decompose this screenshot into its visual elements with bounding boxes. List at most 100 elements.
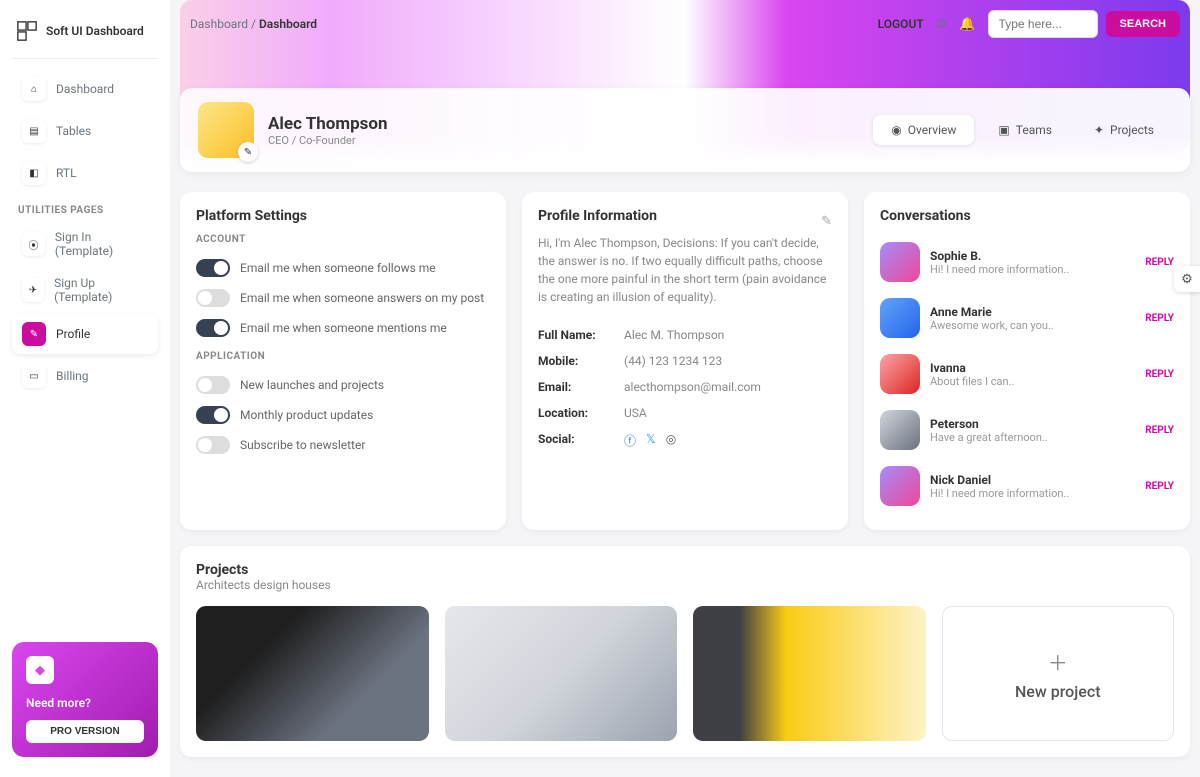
conversation-row: Nick Daniel Hi! I need more information.…: [880, 458, 1174, 514]
breadcrumb-current: Dashboard: [259, 17, 317, 31]
conversation-name: Sophie B.: [930, 249, 1135, 263]
mobile-value: (44) 123 1234 123: [624, 354, 722, 368]
sidebar-item-profile[interactable]: ✎ Profile: [12, 314, 158, 354]
conversation-msg: Hi! I need more information..: [930, 263, 1135, 276]
edit-profile-icon[interactable]: ✎: [821, 214, 832, 229]
toggle-updates[interactable]: [196, 406, 230, 424]
floating-settings-button[interactable]: ⚙: [1174, 266, 1200, 292]
logout-link[interactable]: LOGOUT: [878, 17, 924, 31]
conversation-row: Anne Marie Awesome work, can you.. REPLY: [880, 290, 1174, 346]
reply-button[interactable]: REPLY: [1145, 313, 1174, 324]
platform-settings-card: Platform Settings ACCOUNT Email me when …: [180, 192, 506, 530]
projects-card: Projects Architects design houses ＋ New …: [180, 546, 1190, 757]
setting-label: Subscribe to newsletter: [240, 438, 365, 452]
tab-label: Overview: [908, 123, 957, 137]
dashboard-icon: ⌂: [22, 77, 46, 101]
gear-icon[interactable]: ⚙: [936, 17, 948, 32]
sidebar-item-label: Profile: [56, 327, 90, 341]
tabset: ◉ Overview ▣ Teams ✦ Projects: [873, 115, 1172, 145]
tab-overview[interactable]: ◉ Overview: [873, 115, 974, 145]
sidebar-item-billing[interactable]: ▭ Billing: [12, 356, 158, 396]
avatar: [880, 242, 920, 282]
sidebar-item-signin[interactable]: ⦿ Sign In (Template): [12, 222, 158, 266]
avatar: ✎: [198, 102, 254, 158]
edit-avatar-button[interactable]: ✎: [238, 142, 258, 162]
sidebar-item-signup[interactable]: ✈ Sign Up (Template): [12, 268, 158, 312]
fullname-label: Full Name:: [538, 328, 616, 342]
main: Dashboard / Dashboard LOGOUT ⚙ 🔔 SEARCH …: [170, 0, 1200, 777]
toggle-mentions[interactable]: [196, 319, 230, 337]
sidebar-item-label: Tables: [56, 124, 91, 138]
setting-row: Email me when someone follows me: [196, 253, 490, 283]
search-button[interactable]: SEARCH: [1106, 11, 1180, 37]
profile-icon: ✎: [22, 322, 46, 346]
brand: Soft UI Dashboard: [12, 20, 158, 59]
sidebar-item-label: Dashboard: [56, 82, 114, 96]
fullname-value: Alec M. Thompson: [624, 328, 724, 342]
setting-row: Monthly product updates: [196, 400, 490, 430]
brand-logo-icon: [16, 20, 38, 42]
toggle-follows[interactable]: [196, 259, 230, 277]
new-project-label: New project: [1015, 682, 1101, 701]
toggle-answers[interactable]: [196, 289, 230, 307]
facebook-icon[interactable]: ⓕ: [624, 432, 636, 449]
plus-icon: ＋: [1048, 647, 1068, 676]
profile-bio: Hi, I'm Alec Thompson, Decisions: If you…: [538, 234, 832, 306]
reply-button[interactable]: REPLY: [1145, 369, 1174, 380]
conversation-name: Anne Marie: [930, 305, 1135, 319]
sidebar-item-dashboard[interactable]: ⌂ Dashboard: [12, 69, 158, 109]
application-heading: APPLICATION: [196, 351, 490, 362]
setting-label: New launches and projects: [240, 378, 384, 392]
avatar: [880, 466, 920, 506]
signin-icon: ⦿: [22, 232, 45, 256]
toggle-launches[interactable]: [196, 376, 230, 394]
avatar: [880, 298, 920, 338]
reply-button[interactable]: REPLY: [1145, 257, 1174, 268]
email-label: Email:: [538, 380, 616, 394]
setting-row: New launches and projects: [196, 370, 490, 400]
project-card-2[interactable]: [445, 606, 678, 741]
sidebar-item-label: Sign In (Template): [55, 230, 148, 258]
projects-icon: ✦: [1094, 123, 1104, 137]
conversation-msg: Hi! I need more information..: [930, 487, 1135, 500]
conversation-msg: Awesome work, can you..: [930, 319, 1135, 332]
tab-label: Projects: [1110, 123, 1154, 137]
card-title: Profile Information: [538, 208, 657, 224]
conversation-name: Peterson: [930, 417, 1135, 431]
toggle-newsletter[interactable]: [196, 436, 230, 454]
conversation-row: Ivanna About files I can.. REPLY: [880, 346, 1174, 402]
bell-icon[interactable]: 🔔: [959, 17, 975, 32]
project-card-3[interactable]: [693, 606, 926, 741]
conversation-row: Peterson Have a great afternoon.. REPLY: [880, 402, 1174, 458]
conversation-msg: About files I can..: [930, 375, 1135, 388]
location-label: Location:: [538, 406, 616, 420]
setting-label: Email me when someone follows me: [240, 261, 436, 275]
project-card-1[interactable]: [196, 606, 429, 741]
tab-teams[interactable]: ▣ Teams: [980, 115, 1070, 145]
account-heading: ACCOUNT: [196, 234, 490, 245]
new-project-card[interactable]: ＋ New project: [942, 606, 1175, 741]
tab-label: Teams: [1016, 123, 1052, 137]
conversations-card: Conversations Sophie B. Hi! I need more …: [864, 192, 1190, 530]
instagram-icon[interactable]: ◎: [666, 432, 676, 449]
tab-projects[interactable]: ✦ Projects: [1076, 115, 1172, 145]
profile-name: Alec Thompson: [268, 114, 388, 134]
setting-label: Email me when someone answers on my post: [240, 291, 484, 305]
sidebar-item-tables[interactable]: ▤ Tables: [12, 111, 158, 151]
reply-button[interactable]: REPLY: [1145, 481, 1174, 492]
pro-version-button[interactable]: PRO VERSION: [26, 720, 144, 743]
sidebar-item-label: Sign Up (Template): [54, 276, 148, 304]
email-value: alecthompson@mail.com: [624, 380, 761, 394]
setting-row: Email me when someone mentions me: [196, 313, 490, 343]
twitter-icon[interactable]: 𝕏: [646, 432, 656, 449]
search-input[interactable]: [988, 10, 1098, 38]
conversation-msg: Have a great afternoon..: [930, 431, 1135, 444]
sidebar-item-rtl[interactable]: ◧ RTL: [12, 153, 158, 193]
reply-button[interactable]: REPLY: [1145, 425, 1174, 436]
breadcrumb: Dashboard / Dashboard: [190, 17, 317, 31]
projects-subtitle: Architects design houses: [196, 578, 1174, 592]
promo-card: ◆ Need more? PRO VERSION: [12, 642, 158, 757]
breadcrumb-root[interactable]: Dashboard: [190, 17, 248, 31]
location-value: USA: [624, 406, 647, 420]
teams-icon: ▣: [998, 123, 1009, 137]
